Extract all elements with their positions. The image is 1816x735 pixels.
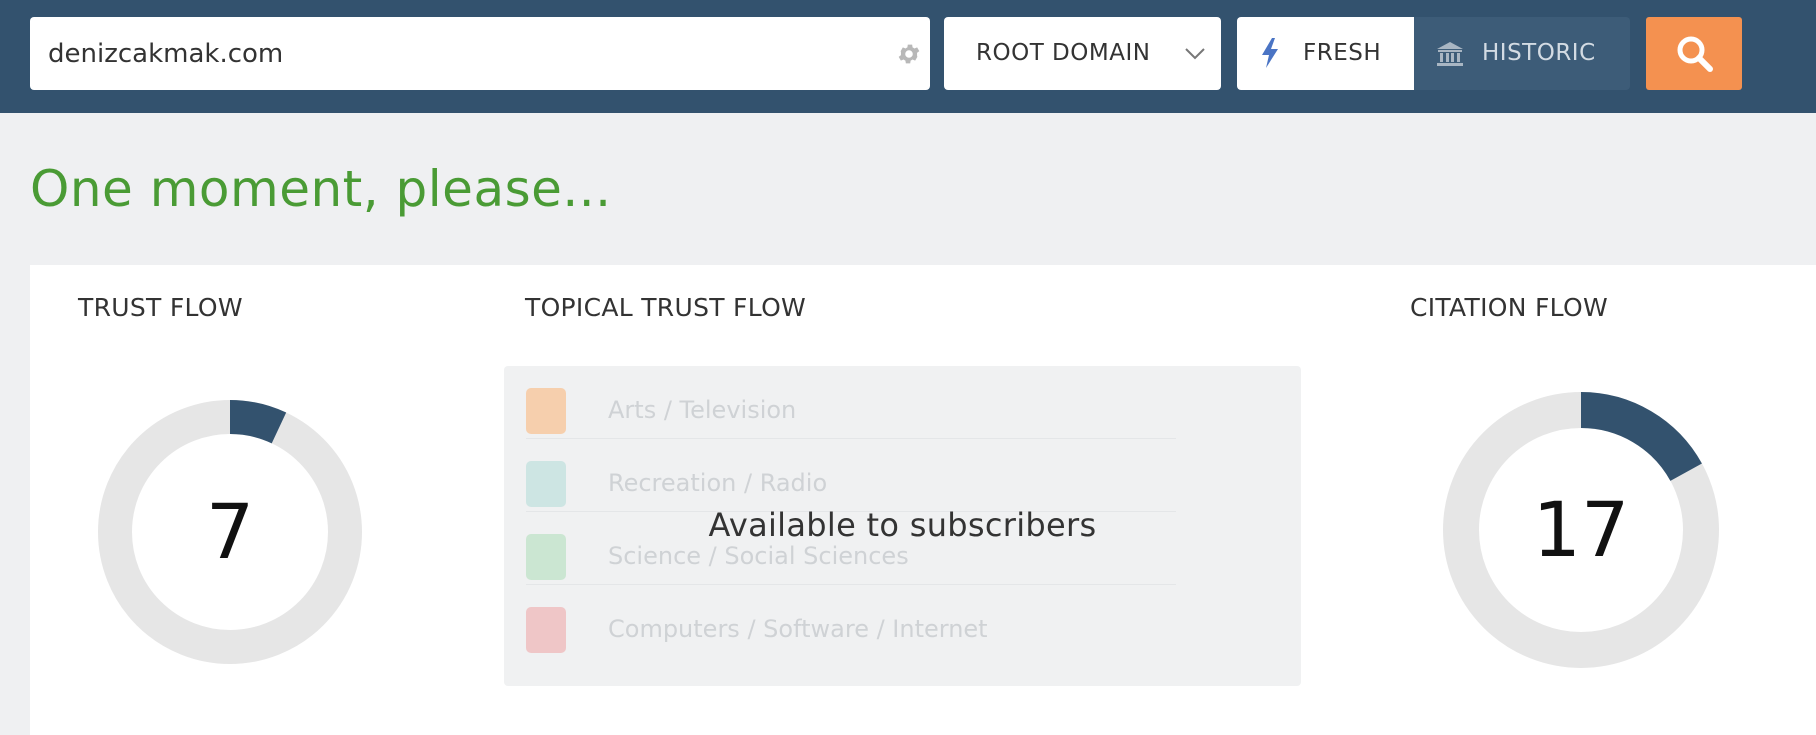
topic-swatch	[526, 461, 566, 507]
scope-select-value: ROOT DOMAIN	[976, 40, 1151, 66]
lightning-bolt-icon	[1262, 38, 1278, 68]
subscriber-overlay-message: Available to subscribers	[708, 506, 1097, 544]
topical-trust-flow-panel: Arts / Television Recreation / Radio Sci…	[504, 366, 1301, 686]
search-icon	[1677, 36, 1713, 72]
search-box[interactable]	[30, 17, 930, 90]
citation-flow-arc	[1580, 392, 1702, 482]
topic-row: Computers / Software / Internet	[526, 585, 1176, 657]
topic-swatch	[526, 607, 566, 653]
topic-label: Recreation / Radio	[608, 469, 828, 497]
scope-select[interactable]: ROOT DOMAIN	[944, 17, 1221, 90]
search-button[interactable]	[1646, 17, 1742, 90]
topic-row: Arts / Television	[526, 366, 1176, 439]
trust-flow-arc	[229, 400, 287, 444]
search-input[interactable]	[48, 17, 888, 90]
citation-flow-title: CITATION FLOW	[1410, 293, 1609, 322]
topic-label: Computers / Software / Internet	[608, 615, 988, 643]
fresh-index-label: FRESH	[1303, 40, 1382, 66]
metrics-card: TRUST FLOW 7 TOPICAL TRUST FLOW Arts / T…	[30, 265, 1816, 735]
historic-index-label: HISTORIC	[1482, 40, 1596, 66]
trust-flow-title: TRUST FLOW	[78, 293, 243, 322]
topic-label: Arts / Television	[608, 396, 797, 424]
trust-flow-value: 7	[205, 487, 255, 576]
historic-index-button[interactable]: HISTORIC	[1414, 17, 1630, 90]
topic-label: Science / Social Sciences	[608, 542, 909, 570]
fresh-index-button[interactable]: FRESH	[1237, 17, 1414, 90]
topic-swatch	[526, 388, 566, 434]
topic-row: Recreation / Radio	[526, 439, 1176, 512]
topical-trust-flow-title: TOPICAL TRUST FLOW	[525, 293, 807, 322]
citation-flow-value: 17	[1532, 485, 1630, 574]
page-title: One moment, please...	[30, 160, 612, 218]
chevron-down-icon	[1185, 48, 1205, 60]
gear-icon[interactable]	[896, 41, 922, 67]
top-bar: ROOT DOMAIN FRESH HISTORIC	[0, 0, 1816, 113]
bank-icon	[1437, 42, 1463, 66]
